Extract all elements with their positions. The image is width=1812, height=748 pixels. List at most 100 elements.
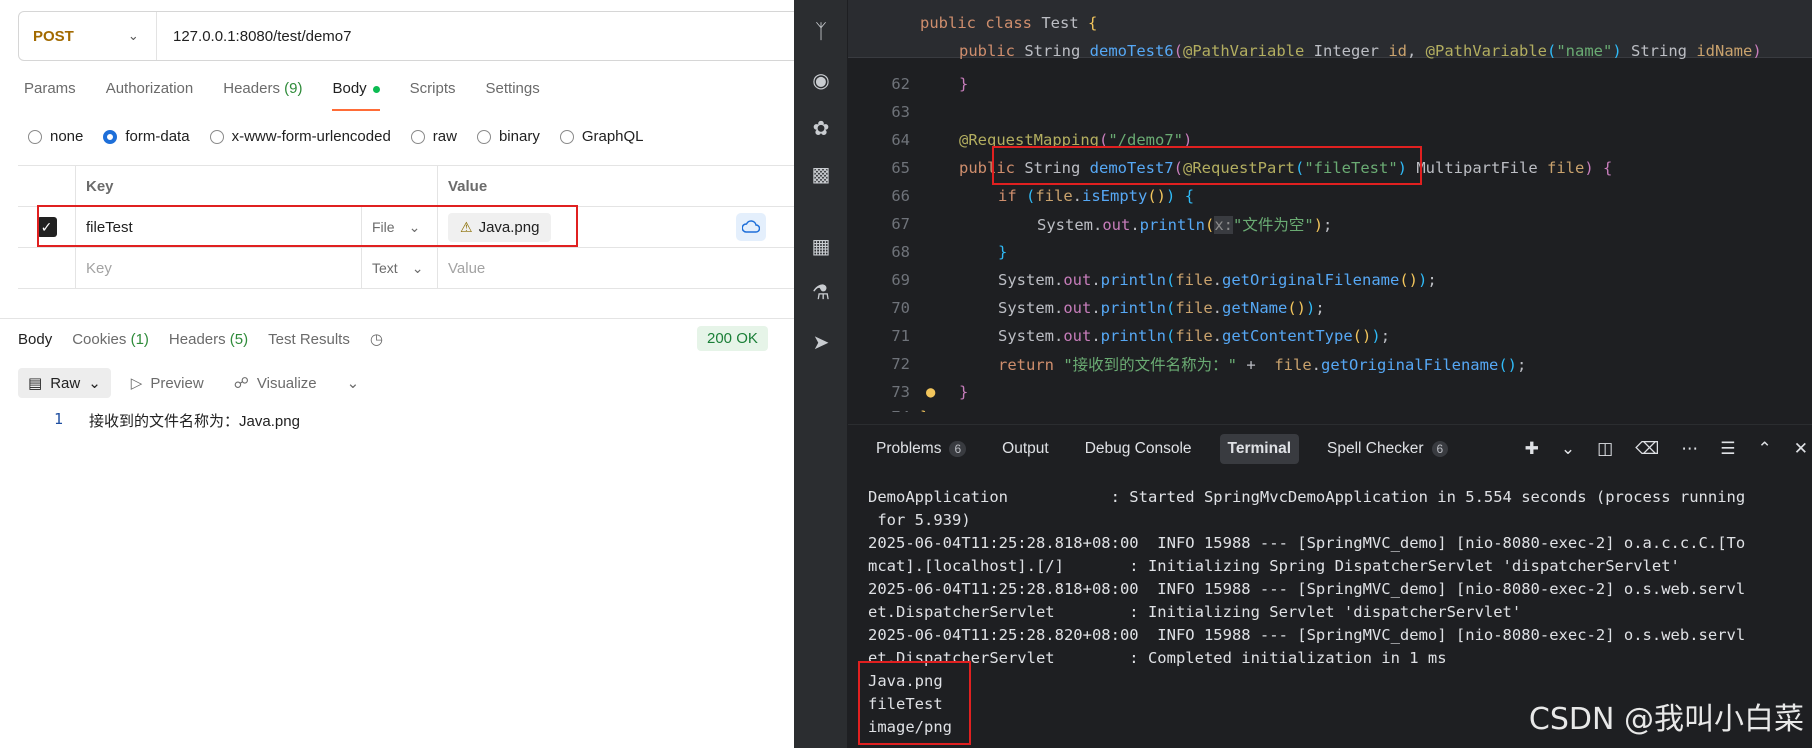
tab-problems[interactable]: Problems 6	[868, 434, 974, 464]
activity-bar: ᛉ ◉ ✿ ▩ ▦ ⚗ ➤	[794, 0, 848, 748]
value-placeholder[interactable]: Value	[438, 248, 794, 288]
tab-label: Problems	[876, 439, 942, 457]
layout-icon[interactable]: ☰	[1720, 439, 1735, 459]
tab-test-results[interactable]: Test Results	[268, 331, 350, 348]
code-line: 67 System.out.println(x:"文件为空");	[848, 210, 1812, 237]
chevron-down-icon[interactable]: ⌄	[1561, 439, 1575, 459]
tab-scripts[interactable]: Scripts	[410, 80, 456, 111]
highlight-box	[992, 146, 1422, 185]
visualize-button[interactable]: ☍ Visualize	[224, 368, 327, 398]
code-line: 62}	[848, 70, 1812, 97]
trash-icon[interactable]: ⌫	[1635, 439, 1659, 459]
panel-actions: ✚ ⌄ ◫ ⌫ ⋯ ☰ ⌃ ✕	[1525, 439, 1812, 459]
code-line: 68}	[848, 238, 1812, 265]
method-label: POST	[33, 27, 74, 45]
highlight-box	[37, 205, 578, 247]
flask-icon[interactable]: ⚗	[807, 278, 835, 306]
eye-icon[interactable]: ◉	[807, 66, 835, 94]
tab-response-body[interactable]: Body	[18, 331, 52, 348]
chevron-down-icon: ⌄	[411, 259, 424, 276]
line-number: 67	[891, 214, 910, 233]
radio-none[interactable]: none	[28, 128, 83, 145]
chevron-up-icon[interactable]: ⌃	[1758, 439, 1772, 459]
terminal-line: 2025-06-04T11:25:28.818+08:00 INFO 15988…	[868, 580, 1746, 598]
tab-debug-console[interactable]: Debug Console	[1077, 434, 1200, 464]
tab-params[interactable]: Params	[24, 80, 76, 111]
radio-binary[interactable]: binary	[476, 128, 540, 145]
radio-raw[interactable]: raw	[410, 128, 457, 145]
response-tabs: Body Cookies (1) Headers (5) Test Result…	[18, 330, 403, 349]
chevron-down-icon[interactable]: ⌄	[337, 368, 370, 398]
tab-count: (5)	[229, 330, 249, 348]
tab-headers[interactable]: Headers (9)	[223, 80, 302, 111]
line-number: 63	[891, 102, 910, 121]
line-number: 64	[891, 130, 910, 149]
line-number: 62	[891, 74, 910, 93]
active-dot-icon	[372, 85, 380, 93]
button-label: Preview	[150, 374, 204, 392]
type-select[interactable]: Text ⌄	[362, 248, 438, 288]
panel-tabs: Problems 6 Output Debug Console Terminal …	[848, 424, 1812, 472]
tab-label: Headers	[223, 80, 280, 97]
line-number: 74	[848, 408, 910, 413]
code-line: 72 return "接收到的文件名称为：" + file.getOriginal…	[848, 350, 1812, 377]
radio-urlencoded[interactable]: x-www-form-urlencoded	[209, 128, 391, 145]
column-header-key: Key	[76, 166, 438, 206]
tab-label: Cookies	[72, 330, 127, 348]
preview-button[interactable]: ▷ Preview	[121, 368, 214, 398]
tab-label: Authorization	[105, 80, 194, 97]
cloud-upload-icon[interactable]	[736, 213, 766, 241]
terminal-line: 2025-06-04T11:25:28.820+08:00 INFO 15988…	[868, 626, 1746, 644]
code-line: 70 System.out.println(file.getName());	[848, 294, 1812, 321]
radio-label: none	[50, 128, 84, 145]
tab-authorization[interactable]: Authorization	[106, 80, 194, 111]
lightbulb-icon[interactable]: ●	[926, 383, 935, 401]
line-number: 72	[891, 354, 910, 373]
terminal-line: 2025-06-04T11:25:28.818+08:00 INFO 15988…	[868, 534, 1746, 552]
extensions-icon[interactable]: ▦	[807, 232, 835, 260]
split-icon[interactable]: ◫	[1597, 439, 1613, 459]
close-icon[interactable]: ✕	[1794, 439, 1808, 459]
tab-cookies[interactable]: Cookies (1)	[72, 331, 149, 348]
url-bar: POST ⌄ 127.0.0.1:8080/test/demo7	[18, 11, 818, 61]
radio-label: form-data	[125, 128, 190, 145]
visualize-icon: ☍	[233, 375, 249, 392]
history-icon[interactable]: ◷	[370, 330, 383, 348]
body-type-radios: none form-data x-www-form-urlencoded raw…	[28, 128, 664, 145]
line-number: 73	[891, 382, 910, 401]
more-icon[interactable]: ⋯	[1681, 439, 1698, 459]
response-text: 接收到的文件名称为：Java.png	[89, 413, 300, 430]
tab-label: Settings	[485, 80, 540, 97]
tab-badge: 6	[949, 440, 967, 457]
terminal-line: mcat].[localhost].[/] : Initializing Spr…	[868, 557, 1680, 575]
tab-label: Output	[1002, 439, 1049, 457]
radio-label: GraphQL	[581, 128, 644, 145]
tab-spell-checker[interactable]: Spell Checker 6	[1319, 434, 1456, 464]
git-branch-icon[interactable]: ᛉ	[807, 18, 835, 46]
radio-graphql[interactable]: GraphQL	[559, 128, 644, 145]
tab-response-headers[interactable]: Headers (5)	[169, 331, 248, 348]
raw-button[interactable]: ▤ Raw ⌄	[18, 368, 111, 398]
radio-form-data[interactable]: form-data	[103, 128, 190, 145]
tab-output[interactable]: Output	[994, 434, 1057, 464]
send-icon[interactable]: ➤	[807, 328, 835, 356]
ide-panel: ᛉ ◉ ✿ ▩ ▦ ⚗ ➤ public class Test { public…	[794, 0, 1812, 748]
tab-body[interactable]: Body	[332, 80, 380, 111]
radio-label: binary	[498, 128, 540, 145]
tab-label: Debug Console	[1084, 439, 1192, 457]
code-line: 63	[848, 98, 1812, 125]
plus-icon[interactable]: ✚	[1525, 439, 1539, 459]
tab-terminal[interactable]: Terminal	[1219, 433, 1299, 464]
key-placeholder[interactable]: Key	[76, 248, 362, 288]
tab-settings[interactable]: Settings	[486, 80, 540, 111]
tab-label: Headers	[168, 330, 226, 348]
terminal-icon[interactable]: ▩	[807, 160, 835, 188]
code-line: 73 ●}	[848, 378, 1812, 405]
debug-icon[interactable]: ✿	[807, 114, 835, 142]
url-input[interactable]: 127.0.0.1:8080/test/demo7	[157, 28, 351, 45]
radio-icon	[28, 129, 42, 144]
tab-count: (9)	[284, 80, 303, 97]
method-select[interactable]: POST ⌄	[19, 12, 157, 60]
code-editor[interactable]: public class Test { public String demoTe…	[848, 0, 1812, 412]
play-icon: ▷	[130, 375, 143, 392]
